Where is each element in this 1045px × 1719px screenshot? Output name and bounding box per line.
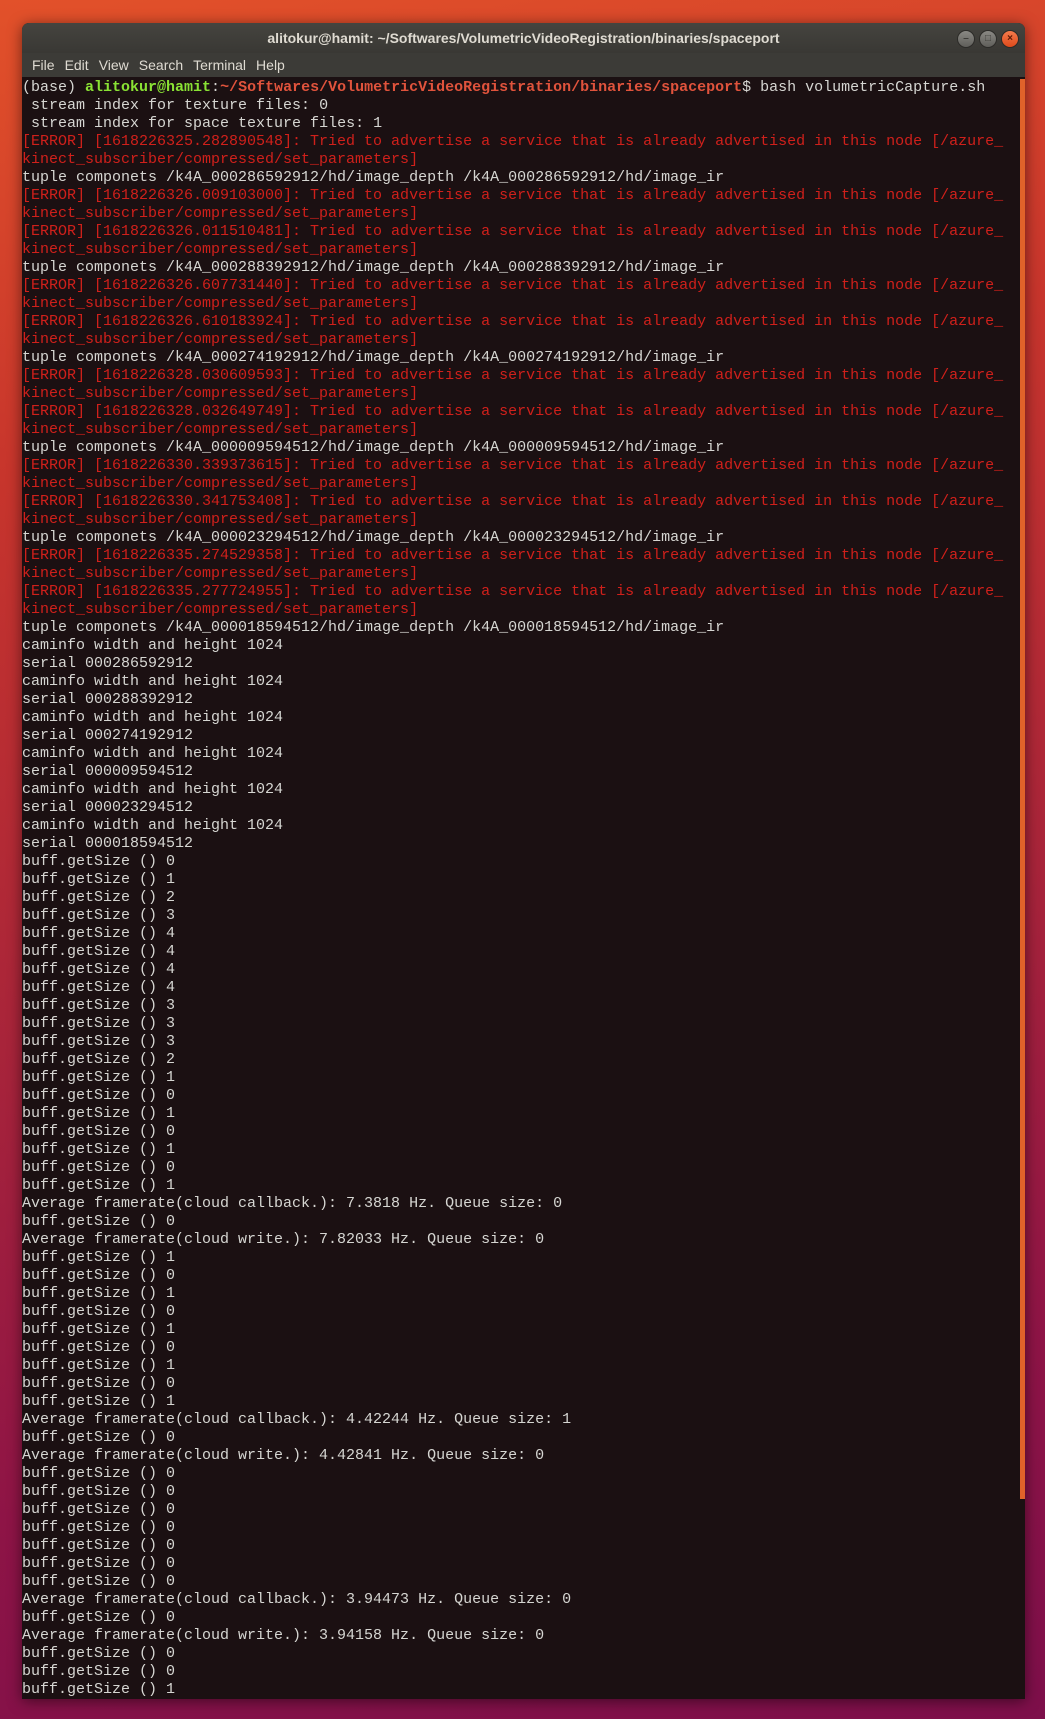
output-line: tuple componets /k4A_000274192912/hd/ima… <box>22 349 725 366</box>
output-line: buff.getSize () 1 <box>22 1321 176 1338</box>
output-line: buff.getSize () 1 <box>22 871 176 888</box>
output-line: buff.getSize () 0 <box>22 1519 176 1536</box>
output-line: tuple componets /k4A_000018594512/hd/ima… <box>22 619 725 636</box>
output-line: buff.getSize () 1 <box>22 1393 176 1410</box>
maximize-button[interactable]: □ <box>979 30 997 48</box>
error-line: [ERROR] [1618226328.032649749]: Tried to… <box>22 403 1004 438</box>
prompt-user-host: alitokur@hamit <box>85 79 212 96</box>
output-line: Average framerate(cloud write.): 4.42841… <box>22 1447 545 1464</box>
prompt-path: ~/Softwares/VolumetricVideoRegistration/… <box>220 79 743 96</box>
output-line: buff.getSize () 0 <box>22 1573 176 1590</box>
output-line: buff.getSize () 0 <box>22 1339 176 1356</box>
window-title: alitokur@hamit: ~/Softwares/VolumetricVi… <box>267 30 780 46</box>
prompt-env: (base) <box>22 79 86 96</box>
output-line: buff.getSize () 1 <box>22 1681 176 1698</box>
output-line: Average framerate(cloud write.): 7.82033… <box>22 1231 545 1248</box>
output-line: serial 000009594512 <box>22 763 194 780</box>
error-line: [ERROR] [1618226335.277724955]: Tried to… <box>22 583 1004 618</box>
menu-edit[interactable]: Edit <box>60 53 94 77</box>
error-line: [ERROR] [1618226335.274529358]: Tried to… <box>22 547 1004 582</box>
output-line: buff.getSize () 3 <box>22 907 176 924</box>
menu-help[interactable]: Help <box>251 53 290 77</box>
output-line: buff.getSize () 0 <box>22 1429 176 1446</box>
output-line: buff.getSize () 1 <box>22 1069 176 1086</box>
output-line: buff.getSize () 0 <box>22 1483 176 1500</box>
output-line: serial 000023294512 <box>22 799 194 816</box>
output-line: tuple componets /k4A_000009594512/hd/ima… <box>22 439 725 456</box>
output-line: tuple componets /k4A_000286592912/hd/ima… <box>22 169 725 186</box>
output-line: caminfo width and height 1024 <box>22 637 284 654</box>
prompt-command: $ bash volumetricCapture.sh <box>742 79 986 96</box>
output-line: buff.getSize () 0 <box>22 1159 176 1176</box>
error-line: [ERROR] [1618226326.009103000]: Tried to… <box>22 187 1004 222</box>
terminal-window: alitokur@hamit: ~/Softwares/VolumetricVi… <box>22 23 1025 1699</box>
output-line: buff.getSize () 0 <box>22 1501 176 1518</box>
output-line: stream index for space texture files: 1 <box>22 115 383 132</box>
output-line: serial 000286592912 <box>22 655 194 672</box>
menu-file[interactable]: File <box>27 53 60 77</box>
menu-bar: File Edit View Search Terminal Help <box>22 53 1025 77</box>
output-line: buff.getSize () 0 <box>22 1537 176 1554</box>
output-line: tuple componets /k4A_000288392912/hd/ima… <box>22 259 725 276</box>
output-line: buff.getSize () 1 <box>22 1285 176 1302</box>
output-line: buff.getSize () 0 <box>22 1465 176 1482</box>
menu-terminal[interactable]: Terminal <box>188 53 251 77</box>
output-line: buff.getSize () 3 <box>22 1015 176 1032</box>
output-line: buff.getSize () 0 <box>22 1267 176 1284</box>
output-line: buff.getSize () 0 <box>22 1303 176 1320</box>
prompt-separator: : <box>211 79 221 96</box>
minimize-button[interactable]: – <box>957 30 975 48</box>
output-line: buff.getSize () 0 <box>22 853 176 870</box>
output-line: caminfo width and height 1024 <box>22 745 284 762</box>
error-line: [ERROR] [1618226330.341753408]: Tried to… <box>22 493 1004 528</box>
output-line: Average framerate(cloud write.): 3.94158… <box>22 1627 545 1644</box>
output-line: buff.getSize () 0 <box>22 1087 176 1104</box>
output-line: buff.getSize () 0 <box>22 1609 176 1626</box>
output-line: Average framerate(cloud callback.): 4.42… <box>22 1411 572 1428</box>
error-line: [ERROR] [1618226330.339373615]: Tried to… <box>22 457 1004 492</box>
error-line: [ERROR] [1618226326.610183924]: Tried to… <box>22 313 1004 348</box>
output-line: serial 000288392912 <box>22 691 194 708</box>
output-line: buff.getSize () 4 <box>22 979 176 996</box>
close-button[interactable]: × <box>1001 30 1019 48</box>
terminal-output[interactable]: (base) alitokur@hamit:~/Softwares/Volume… <box>22 79 1017 1699</box>
output-line: serial 000274192912 <box>22 727 194 744</box>
output-line: caminfo width and height 1024 <box>22 673 284 690</box>
output-line: buff.getSize () 4 <box>22 925 176 942</box>
output-line: caminfo width and height 1024 <box>22 781 284 798</box>
prompt-line: (base) alitokur@hamit:~/Softwares/Volume… <box>22 79 1012 97</box>
output-line: buff.getSize () 0 <box>22 1213 176 1230</box>
output-line: buff.getSize () 1 <box>22 1249 176 1266</box>
output-line: buff.getSize () 1 <box>22 1357 176 1374</box>
menu-search[interactable]: Search <box>134 53 188 77</box>
output-line: buff.getSize () 3 <box>22 997 176 1014</box>
output-line: Average framerate(cloud callback.): 3.94… <box>22 1591 572 1608</box>
output-line: serial 000018594512 <box>22 835 194 852</box>
output-line: buff.getSize () 0 <box>22 1123 176 1140</box>
output-line: Average framerate(cloud callback.): 7.38… <box>22 1195 563 1212</box>
menu-view[interactable]: View <box>94 53 134 77</box>
output-line: buff.getSize () 1 <box>22 1105 176 1122</box>
error-line: [ERROR] [1618226325.282890548]: Tried to… <box>22 133 1004 168</box>
output-line: buff.getSize () 0 <box>22 1555 176 1572</box>
error-line: [ERROR] [1618226326.607731440]: Tried to… <box>22 277 1004 312</box>
output-line: buff.getSize () 0 <box>22 1375 176 1392</box>
output-line: buff.getSize () 4 <box>22 961 176 978</box>
output-line: stream index for texture files: 0 <box>22 97 329 114</box>
output-line: tuple componets /k4A_000023294512/hd/ima… <box>22 529 725 546</box>
error-line: [ERROR] [1618226328.030609593]: Tried to… <box>22 367 1004 402</box>
output-line: buff.getSize () 1 <box>22 1141 176 1158</box>
output-line: buff.getSize () 3 <box>22 1033 176 1050</box>
output-line: buff.getSize () 4 <box>22 943 176 960</box>
output-line: buff.getSize () 1 <box>22 1177 176 1194</box>
output-line: caminfo width and height 1024 <box>22 817 284 834</box>
scrollbar[interactable] <box>1020 79 1025 1499</box>
output-line: buff.getSize () 2 <box>22 1051 176 1068</box>
title-bar[interactable]: alitokur@hamit: ~/Softwares/VolumetricVi… <box>22 23 1025 53</box>
error-line: [ERROR] [1618226326.011510481]: Tried to… <box>22 223 1004 258</box>
output-line: buff.getSize () 2 <box>22 889 176 906</box>
output-line: buff.getSize () 0 <box>22 1645 176 1662</box>
output-line: buff.getSize () 0 <box>22 1663 176 1680</box>
output-line: caminfo width and height 1024 <box>22 709 284 726</box>
